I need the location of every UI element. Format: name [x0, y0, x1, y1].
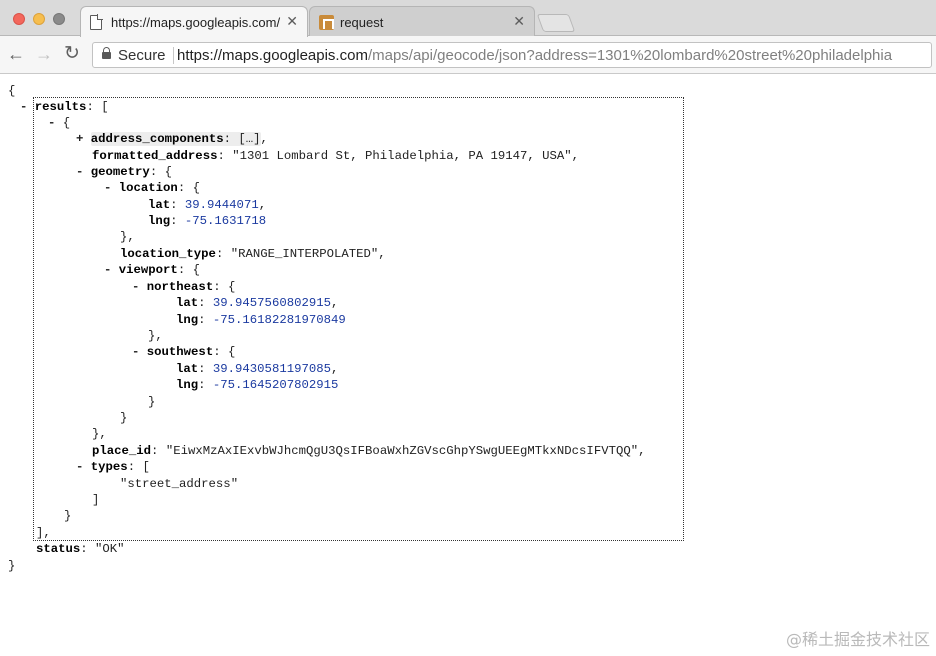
json-string-value: "street_address": [120, 477, 239, 491]
json-line-northeast-close: },: [148, 329, 163, 343]
json-line-types-item: "street_address": [120, 476, 238, 492]
json-key: northeast: [146, 280, 214, 294]
document-icon: [90, 14, 103, 30]
json-viewer: { - results: [ - { + address_components:…: [0, 74, 936, 656]
json-line-results-close: ],: [36, 526, 51, 540]
collapse-toggle[interactable]: -: [132, 345, 139, 359]
json-line-location: - location: {: [104, 181, 200, 195]
json-line-location-lng: lng: -75.1631718: [148, 214, 267, 228]
json-number-value: -75.16182281970849: [212, 313, 346, 327]
window-maximize-button[interactable]: [53, 13, 65, 25]
json-open-brace: {: [8, 84, 16, 98]
json-line-types-close: ]: [92, 493, 100, 507]
tab-strip: https://maps.googleapis.com/m ✕ request …: [0, 0, 936, 37]
json-number-value: -75.1631718: [184, 214, 267, 228]
json-number-value: 39.9444071: [184, 198, 259, 212]
json-line-northeast-lat: lat: 39.9457560802915,: [176, 296, 339, 310]
json-string-value: "OK": [95, 542, 125, 556]
json-key: results: [34, 100, 87, 114]
json-line-result-close: }: [64, 509, 72, 523]
json-key: lng: [176, 313, 199, 327]
json-line-location-type: location_type: "RANGE_INTERPOLATED",: [120, 247, 386, 261]
json-line-address-components: + address_components: […],: [76, 132, 268, 146]
json-string-value: "RANGE_INTERPOLATED": [230, 247, 379, 261]
json-key: location: [118, 181, 178, 195]
json-line-geometry-close: },: [92, 427, 107, 441]
json-key: lat: [176, 362, 199, 376]
json-line-formatted-address: formatted_address: "1301 Lombard St, Phi…: [92, 149, 580, 163]
browser-toolbar: ← → ↻ Secure https://maps.googleapis.com…: [0, 36, 936, 74]
forward-button[interactable]: →: [34, 44, 54, 64]
json-key: lng: [148, 214, 171, 228]
json-key: southwest: [146, 345, 214, 359]
json-key: address_components: [90, 132, 224, 146]
json-line-southwest: - southwest: {: [132, 345, 236, 359]
url-host: https://maps.googleapis.com: [177, 47, 368, 64]
json-line-southwest-lng: lng: -75.1645207802915: [176, 378, 339, 392]
json-key: types: [90, 460, 128, 474]
collapse-toggle[interactable]: -: [104, 263, 111, 277]
expand-toggle[interactable]: +: [76, 132, 83, 146]
json-line-viewport: - viewport: {: [104, 263, 200, 277]
divider: [173, 47, 174, 64]
json-key: geometry: [90, 165, 150, 179]
close-icon[interactable]: ✕: [513, 13, 525, 29]
address-bar[interactable]: Secure https://maps.googleapis.com/maps/…: [92, 42, 932, 68]
reload-icon: ↻: [64, 43, 80, 64]
collapse-toggle[interactable]: -: [104, 181, 111, 195]
json-key: lat: [176, 296, 199, 310]
tab-title: request: [340, 15, 384, 30]
json-line-southwest-close: }: [148, 395, 156, 409]
json-string-value: "1301 Lombard St, Philadelphia, PA 19147…: [232, 149, 572, 163]
tab-maps-api[interactable]: https://maps.googleapis.com/m ✕: [80, 6, 308, 37]
json-line-viewport-close: }: [120, 411, 128, 425]
request-favicon-icon: [319, 15, 334, 30]
watermark: @稀土掘金技术社区: [785, 630, 930, 649]
lock-icon[interactable]: [102, 47, 111, 59]
close-icon[interactable]: ✕: [286, 13, 298, 29]
json-line-results: - results: [: [20, 100, 109, 114]
json-line-location-lat: lat: 39.9444071,: [148, 198, 267, 212]
arrow-left-icon: ←: [7, 44, 25, 64]
json-key: lat: [148, 198, 171, 212]
json-number-value: -75.1645207802915: [212, 378, 339, 392]
reload-button[interactable]: ↻: [62, 44, 82, 64]
new-tab-button[interactable]: [536, 14, 576, 32]
json-key: place_id: [92, 444, 152, 458]
json-line-northeast-lng: lng: -75.16182281970849: [176, 313, 346, 327]
collapse-toggle[interactable]: -: [76, 460, 83, 474]
json-key: location_type: [120, 247, 216, 261]
json-number-value: 39.9457560802915: [212, 296, 331, 310]
secure-label[interactable]: Secure: [118, 47, 166, 64]
json-line-geometry: - geometry: {: [76, 165, 172, 179]
tab-request[interactable]: request ✕: [309, 6, 535, 37]
json-key: viewport: [118, 263, 178, 277]
collapsed-array[interactable]: […]: [238, 132, 260, 146]
url-text[interactable]: https://maps.googleapis.com/maps/api/geo…: [177, 47, 927, 64]
window-minimize-button[interactable]: [33, 13, 45, 25]
json-line-status: status: "OK": [36, 542, 125, 556]
json-line-result-object: - {: [48, 116, 71, 130]
json-key: status: [36, 542, 81, 556]
json-line-northeast: - northeast: {: [132, 280, 236, 294]
json-key: formatted_address: [92, 149, 218, 163]
json-key: lng: [176, 378, 199, 392]
url-path: /maps/api/geocode/json?address=1301%20lo…: [367, 47, 893, 64]
json-line-place-id: place_id: "EiwxMzAxIExvbWJhcmQgU3QsIFBoa…: [92, 444, 646, 458]
tab-title: https://maps.googleapis.com/m: [111, 15, 281, 30]
json-string-value: "EiwxMzAxIExvbWJhcmQgU3QsIFBoaWxhZGVscGh…: [165, 444, 639, 458]
json-line-location-close: },: [120, 230, 135, 244]
window-close-button[interactable]: [13, 13, 25, 25]
collapse-toggle[interactable]: -: [20, 100, 27, 114]
json-number-value: 39.9430581197085: [212, 362, 331, 376]
collapse-toggle[interactable]: -: [76, 165, 83, 179]
back-button[interactable]: ←: [6, 44, 26, 64]
json-line-types: - types: [: [76, 460, 150, 474]
json-line-southwest-lat: lat: 39.9430581197085,: [176, 362, 339, 376]
collapse-toggle[interactable]: -: [132, 280, 139, 294]
json-close-brace: }: [8, 559, 16, 573]
arrow-right-icon: →: [35, 44, 53, 64]
